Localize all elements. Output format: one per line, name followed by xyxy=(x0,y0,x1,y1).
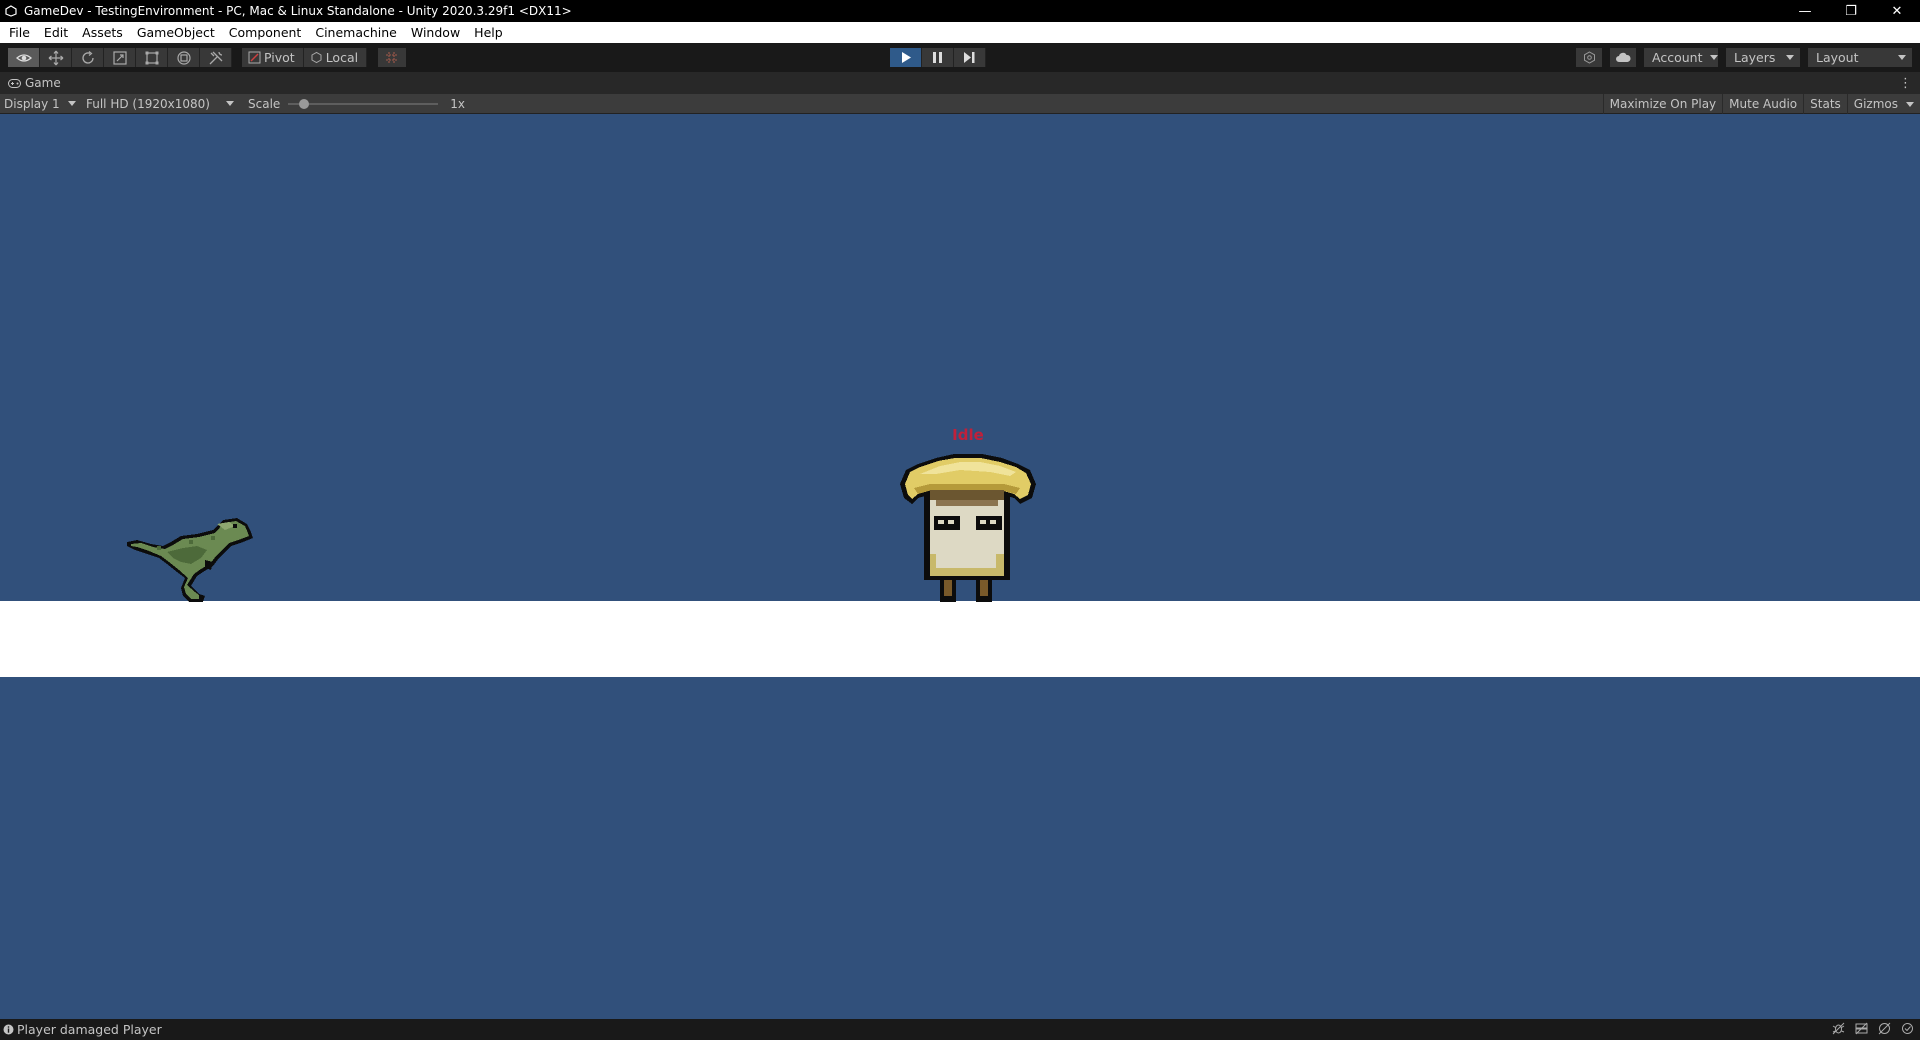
scale-tool-button[interactable] xyxy=(104,48,136,67)
game-viewport[interactable]: Idle xyxy=(0,114,1920,1019)
menu-edit[interactable]: Edit xyxy=(37,22,75,43)
menu-cinemachine[interactable]: Cinemachine xyxy=(308,22,404,43)
tab-game-label: Game xyxy=(25,76,61,90)
chevron-down-icon xyxy=(1786,55,1794,60)
check-circle-icon[interactable] xyxy=(1901,1022,1914,1038)
info-icon xyxy=(3,1024,14,1035)
scale-label: Scale xyxy=(248,96,281,111)
stats-toggle[interactable]: Stats xyxy=(1803,94,1847,114)
rect-tool-button[interactable] xyxy=(136,48,168,67)
cloud-icon xyxy=(1616,52,1631,62)
unity-logo-icon xyxy=(0,0,22,22)
maximize-on-play-toggle[interactable]: Maximize On Play xyxy=(1602,94,1723,114)
move-arrows-icon xyxy=(48,50,63,65)
pause-icon xyxy=(933,52,942,63)
pivot-icon xyxy=(248,51,261,64)
grid-snap-button[interactable] xyxy=(378,48,406,67)
mute-audio-toggle[interactable]: Mute Audio xyxy=(1722,94,1803,114)
chevron-down-icon xyxy=(226,101,234,106)
menu-file[interactable]: File xyxy=(2,22,37,43)
scale-slider[interactable] xyxy=(288,94,439,114)
game-tab-bar: Game ⋮ xyxy=(0,72,1920,94)
main-toolbar: Pivot Local Account Layers Layout xyxy=(0,43,1920,72)
menu-assets[interactable]: Assets xyxy=(75,22,130,43)
transform-tools xyxy=(8,48,232,67)
account-label: Account xyxy=(1652,50,1703,65)
status-message[interactable]: Player damaged Player xyxy=(17,1022,162,1037)
grid-snap-icon xyxy=(386,51,398,64)
local-space-icon xyxy=(311,51,322,64)
layout-dropdown[interactable]: Layout xyxy=(1808,48,1912,67)
display-label: Display 1 xyxy=(4,96,60,111)
scale-slider-track xyxy=(288,102,439,105)
handle-position-group: Pivot Local xyxy=(242,48,368,67)
window-title: GameDev - TestingEnvironment - PC, Mac &… xyxy=(24,4,572,18)
local-label: Local xyxy=(325,50,359,65)
ground-platform xyxy=(0,601,1920,677)
layers-dropdown[interactable]: Layers xyxy=(1726,48,1800,67)
services-button[interactable] xyxy=(1576,48,1602,67)
progress-icon[interactable] xyxy=(1878,1022,1891,1038)
gizmos-toggle[interactable]: Gizmos xyxy=(1846,94,1920,114)
debug-bug-icon[interactable] xyxy=(1832,1022,1845,1038)
local-toggle[interactable]: Local xyxy=(303,48,368,67)
eye-icon xyxy=(15,53,32,62)
scale-slider-thumb[interactable] xyxy=(299,98,310,109)
resolution-dropdown[interactable]: Full HD (1920x1080) xyxy=(82,94,238,114)
restore-button[interactable]: ❐ xyxy=(1828,0,1874,22)
menu-bar: File Edit Assets GameObject Component Ci… xyxy=(0,22,1920,43)
menu-help[interactable]: Help xyxy=(467,22,510,43)
minimize-button[interactable]: — xyxy=(1782,0,1828,22)
rect-transform-icon xyxy=(145,51,158,64)
scale-icon xyxy=(112,50,127,65)
cache-server-icon[interactable] xyxy=(1855,1022,1868,1038)
wrench-icon xyxy=(209,51,222,64)
chevron-down-icon xyxy=(1906,101,1914,107)
scale-value: 1x xyxy=(450,96,466,111)
rotate-icon xyxy=(81,50,94,64)
services-icon xyxy=(1583,51,1595,64)
pivot-toggle[interactable]: Pivot xyxy=(242,48,304,67)
layout-label: Layout xyxy=(1816,50,1859,65)
layers-label: Layers xyxy=(1734,50,1776,65)
resolution-label: Full HD (1920x1080) xyxy=(86,96,210,111)
menu-gameobject[interactable]: GameObject xyxy=(130,22,222,43)
step-icon xyxy=(964,52,975,63)
close-button[interactable]: ✕ xyxy=(1874,0,1920,22)
toolbar-right: Account Layers Layout xyxy=(1576,48,1920,67)
cloud-button[interactable] xyxy=(1610,48,1636,67)
playmode-controls xyxy=(890,48,986,67)
transform-icon xyxy=(176,50,191,65)
gamepad-icon xyxy=(8,78,21,88)
play-button[interactable] xyxy=(890,48,922,67)
dinosaur-enemy-sprite xyxy=(127,516,273,606)
player-state-label: Idle xyxy=(952,426,984,444)
chevron-down-icon xyxy=(1710,55,1719,60)
game-view-controls: Display 1 Full HD (1920x1080) Scale 1x M… xyxy=(0,94,1920,114)
display-dropdown[interactable]: Display 1 xyxy=(0,94,82,114)
transform-tool-button[interactable] xyxy=(168,48,200,67)
view-tool-button[interactable] xyxy=(8,48,40,67)
tab-options-icon[interactable]: ⋮ xyxy=(1899,76,1912,91)
mushroom-player-sprite xyxy=(900,454,1036,606)
tab-game[interactable]: Game xyxy=(0,72,61,94)
play-icon xyxy=(901,52,911,63)
chevron-down-icon xyxy=(1898,55,1906,60)
pause-button[interactable] xyxy=(922,48,954,67)
window-title-bar: GameDev - TestingEnvironment - PC, Mac &… xyxy=(0,0,1920,22)
move-tool-button[interactable] xyxy=(40,48,72,67)
step-button[interactable] xyxy=(954,48,986,67)
gizmos-label: Gizmos xyxy=(1853,97,1898,111)
custom-tool-button[interactable] xyxy=(200,48,232,67)
account-dropdown[interactable]: Account xyxy=(1644,48,1719,67)
pivot-label: Pivot xyxy=(264,50,295,65)
chevron-down-icon xyxy=(67,101,76,106)
menu-window[interactable]: Window xyxy=(404,22,467,43)
status-bar: Player damaged Player xyxy=(0,1019,1920,1040)
rotate-tool-button[interactable] xyxy=(72,48,104,67)
menu-component[interactable]: Component xyxy=(222,22,309,43)
